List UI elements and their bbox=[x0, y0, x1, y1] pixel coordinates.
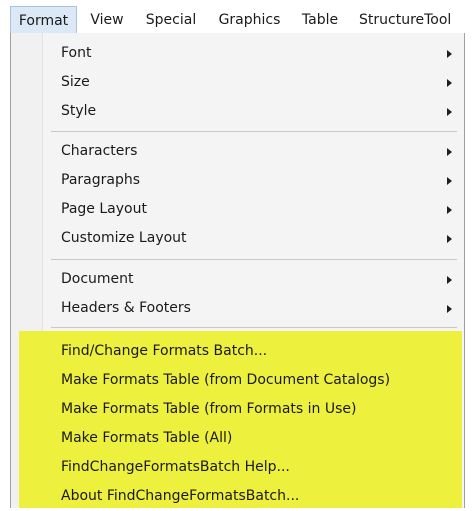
menu-item-label: Document bbox=[61, 271, 134, 287]
submenu-arrow-icon bbox=[447, 235, 452, 243]
menubar-graphics[interactable]: Graphics bbox=[212, 6, 287, 34]
menu-item-label: Paragraphs bbox=[61, 172, 141, 188]
menu-item-label: Page Layout bbox=[61, 201, 147, 217]
menu-item-label: Make Formats Table (from Document Catalo… bbox=[61, 372, 391, 388]
menu-item-label: Find/Change Formats Batch... bbox=[61, 343, 268, 359]
menu-separator bbox=[51, 259, 457, 260]
menu-item-label: Headers & Footers bbox=[61, 300, 191, 316]
menu-item-headers-footers[interactable]: Headers & Footers bbox=[11, 294, 464, 323]
menu-item-label: Customize Layout bbox=[61, 230, 187, 246]
menu-item-make-formats-table-all[interactable]: Make Formats Table (All) bbox=[11, 424, 464, 453]
menu-item-label: FindChangeFormatsBatch Help... bbox=[61, 459, 290, 475]
menu-item-about-findchangeformatsbatch[interactable]: About FindChangeFormatsBatch... bbox=[11, 482, 464, 511]
menubar-structuretool-label: StructureTool bbox=[359, 12, 452, 28]
submenu-arrow-icon bbox=[447, 50, 452, 58]
menubar-structuretool[interactable]: StructureTool bbox=[355, 6, 473, 34]
menu-item-document[interactable]: Document bbox=[11, 265, 464, 294]
menu-item-label: Font bbox=[61, 45, 92, 61]
format-dropdown-menu: Font Size Style Characters Paragraphs Pa… bbox=[10, 33, 465, 508]
submenu-arrow-icon bbox=[447, 177, 452, 185]
menu-item-label: About FindChangeFormatsBatch... bbox=[61, 488, 300, 504]
menu-item-style[interactable]: Style bbox=[11, 97, 464, 126]
menu-item-size[interactable]: Size bbox=[11, 68, 464, 97]
menubar-view[interactable]: View bbox=[85, 6, 129, 34]
submenu-arrow-icon bbox=[447, 206, 452, 214]
menubar-table-label: Table bbox=[301, 12, 339, 28]
menubar-format-label: Format bbox=[18, 13, 69, 29]
submenu-arrow-icon bbox=[447, 79, 452, 87]
submenu-arrow-icon bbox=[447, 276, 452, 284]
menubar-graphics-label: Graphics bbox=[218, 12, 281, 28]
submenu-arrow-icon bbox=[447, 305, 452, 313]
menu-item-findchangeformatsbatch-help[interactable]: FindChangeFormatsBatch Help... bbox=[11, 453, 464, 482]
menubar-special-label: Special bbox=[145, 12, 197, 28]
menu-item-label: Make Formats Table (All) bbox=[61, 430, 233, 446]
menu-item-font[interactable]: Font bbox=[11, 39, 464, 68]
menu-item-label: Make Formats Table (from Formats in Use) bbox=[61, 401, 357, 417]
menu-separator bbox=[51, 327, 457, 328]
menu-item-label: Characters bbox=[61, 143, 138, 159]
menu-item-make-formats-table-in-use[interactable]: Make Formats Table (from Formats in Use) bbox=[11, 395, 464, 424]
menu-item-paragraphs[interactable]: Paragraphs bbox=[11, 166, 464, 195]
menu-item-label: Size bbox=[61, 74, 90, 90]
menu-separator bbox=[51, 131, 457, 132]
menubar-view-label: View bbox=[90, 12, 124, 28]
submenu-arrow-icon bbox=[447, 108, 452, 116]
menu-bar: Format View Special Graphics Table Struc… bbox=[0, 0, 473, 34]
menu-item-customize-layout[interactable]: Customize Layout bbox=[11, 224, 464, 253]
menubar-table[interactable]: Table bbox=[296, 6, 344, 34]
submenu-arrow-icon bbox=[447, 148, 452, 156]
menu-item-make-formats-table-catalogs[interactable]: Make Formats Table (from Document Catalo… bbox=[11, 366, 464, 395]
menu-item-page-layout[interactable]: Page Layout bbox=[11, 195, 464, 224]
menu-item-label: Style bbox=[61, 103, 97, 119]
menu-item-find-change-formats-batch[interactable]: Find/Change Formats Batch... bbox=[11, 337, 464, 366]
menu-item-characters[interactable]: Characters bbox=[11, 137, 464, 166]
menubar-format[interactable]: Format bbox=[10, 6, 77, 34]
menubar-special[interactable]: Special bbox=[139, 6, 203, 34]
